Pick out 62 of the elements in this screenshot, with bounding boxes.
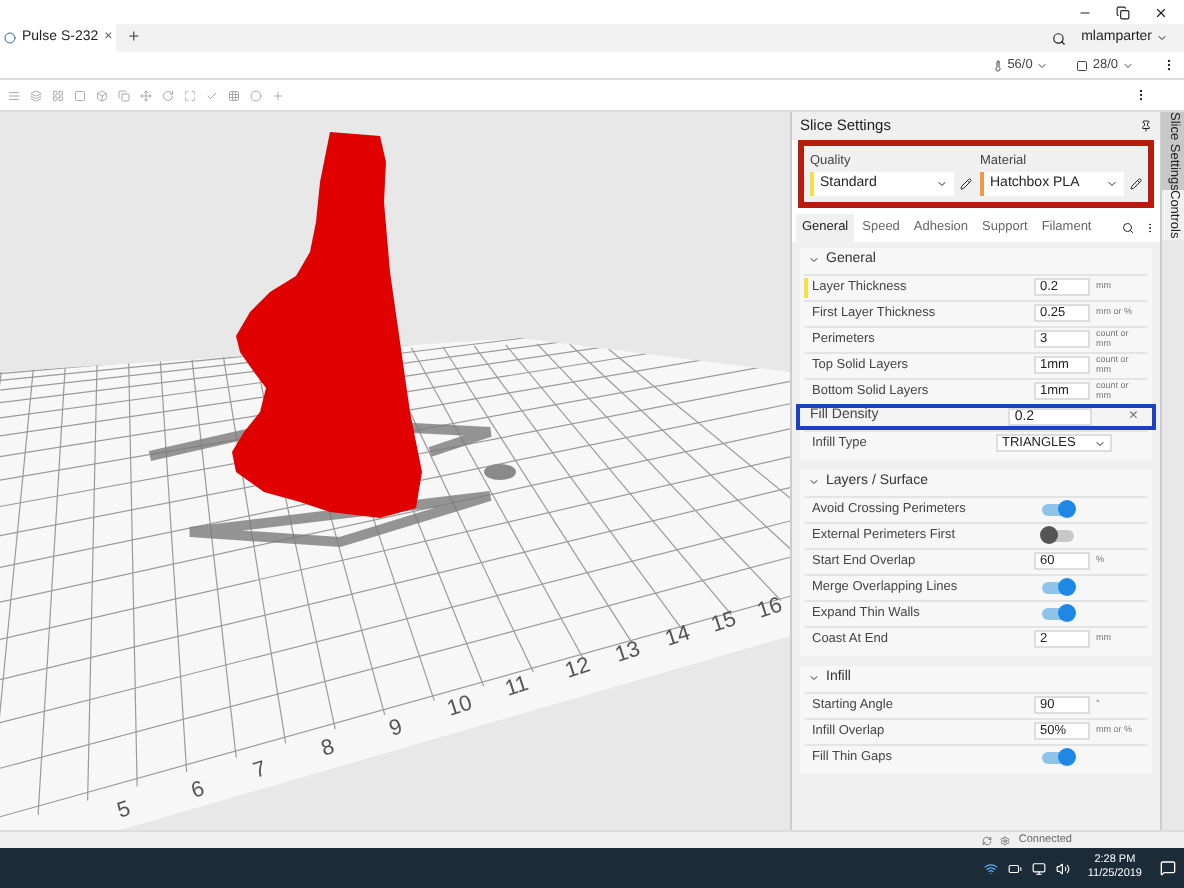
bed-axis-number: 6 <box>188 777 208 804</box>
move-icon[interactable] <box>140 89 152 101</box>
printer-status-icon <box>4 32 16 44</box>
caret-icon <box>1106 177 1118 190</box>
cube-icon[interactable] <box>96 89 108 101</box>
toggle-switch[interactable] <box>1042 503 1074 516</box>
circle-icon[interactable] <box>250 89 262 101</box>
bed-axis-number: 8 <box>318 735 338 762</box>
bed-axis-number: 11 <box>502 671 532 702</box>
restore-icon[interactable] <box>1116 5 1130 19</box>
square-icon[interactable] <box>74 89 86 101</box>
plus-icon[interactable] <box>272 89 284 101</box>
bed-axis-number: 14 <box>662 621 694 652</box>
toggle-switch[interactable] <box>1042 607 1074 620</box>
monitor-icon[interactable] <box>1031 861 1046 875</box>
bed-axis-number: 9 <box>386 715 406 742</box>
search-icon[interactable] <box>1122 221 1134 234</box>
edit-icon[interactable] <box>960 177 972 190</box>
chevron-down-icon <box>808 476 820 489</box>
toggle-switch[interactable] <box>1042 529 1074 542</box>
rotate-icon[interactable] <box>162 89 174 101</box>
edit-icon[interactable] <box>1130 177 1142 190</box>
speaker-icon[interactable] <box>1055 861 1070 875</box>
caret-icon <box>1094 437 1106 450</box>
toggle-switch[interactable] <box>1042 581 1074 594</box>
modified-marker <box>804 277 808 298</box>
dots-grid-icon[interactable] <box>228 89 240 101</box>
caret-icon <box>936 177 948 190</box>
chevron-down-icon <box>808 254 820 267</box>
bars-icon[interactable] <box>8 89 20 101</box>
chevron-down-icon <box>808 672 820 685</box>
caret-icon <box>1122 59 1134 71</box>
clear-icon[interactable]: × <box>1128 404 1138 429</box>
grid-icon[interactable] <box>52 89 64 101</box>
more-icon[interactable] <box>1134 88 1148 102</box>
toggle-switch[interactable] <box>1042 751 1074 764</box>
square-icon <box>1076 59 1089 71</box>
more-icon[interactable] <box>1162 58 1176 72</box>
bed-axis-number: 5 <box>114 797 134 824</box>
bed-axis-number: 13 <box>612 637 644 668</box>
network-icon[interactable] <box>983 861 998 875</box>
caret-icon <box>1156 32 1168 44</box>
battery-icon[interactable] <box>1007 861 1022 875</box>
add-tab-button[interactable]: + <box>128 24 139 52</box>
thermometer-icon <box>991 59 1004 71</box>
notification-icon[interactable] <box>1160 860 1176 876</box>
bed-axis-number: 12 <box>562 653 594 684</box>
copy-icon[interactable] <box>118 89 130 101</box>
3d-viewport[interactable]: 5 6 7 8 9 10 11 12 13 14 15 16 <box>0 112 790 830</box>
caret-icon <box>1036 59 1049 71</box>
bed-axis-number: 10 <box>444 691 476 722</box>
bed-axis-number: 7 <box>250 757 270 784</box>
pin-icon[interactable] <box>1140 120 1152 132</box>
bed-axis-number: 15 <box>708 607 740 638</box>
bed-axis-number: 16 <box>754 593 786 624</box>
gear-icon[interactable] <box>1000 835 1011 845</box>
search-icon[interactable] <box>1051 31 1066 45</box>
layers-icon[interactable] <box>30 89 42 101</box>
check-icon[interactable] <box>206 89 218 101</box>
3d-model[interactable] <box>232 132 422 518</box>
refresh-icon[interactable] <box>982 835 993 845</box>
close-icon[interactable] <box>1154 5 1168 19</box>
